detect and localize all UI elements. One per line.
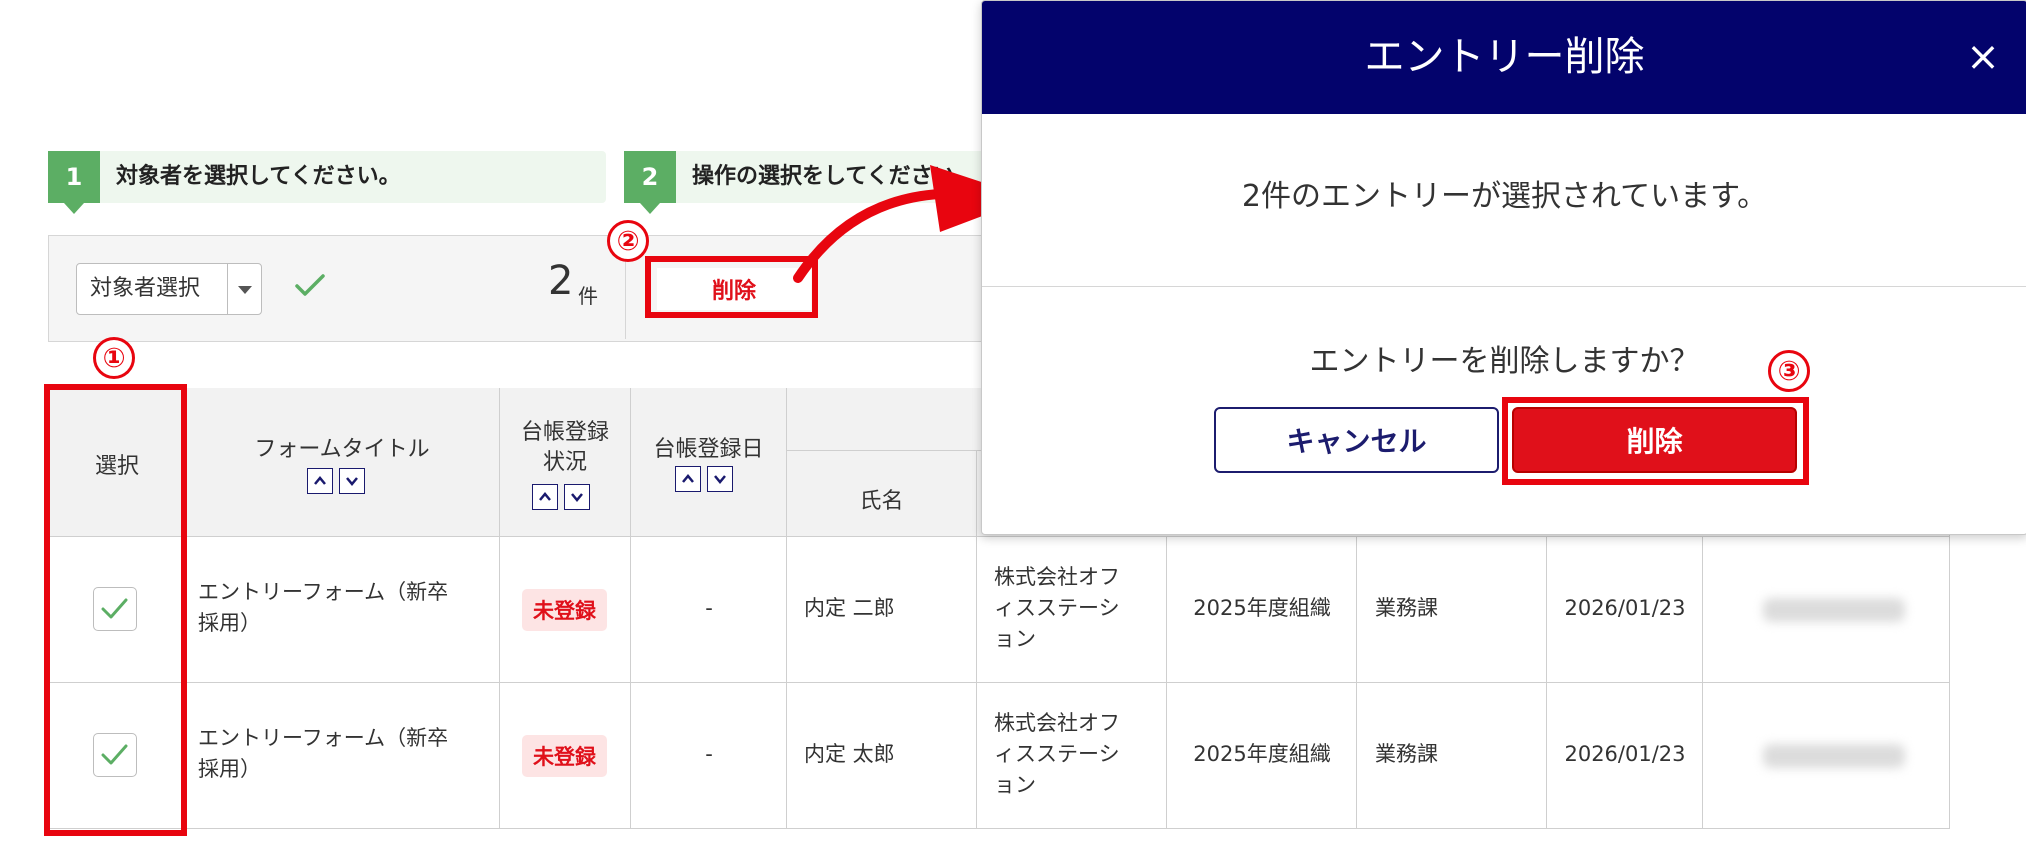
- company-line-3: ョン: [994, 627, 1036, 651]
- reg-date: 2026/01/23: [1564, 596, 1686, 620]
- select-separator: [227, 264, 228, 314]
- step-1-header: 1 対象者を選択してください。: [48, 151, 606, 214]
- org-name: 2025年度組織: [1193, 596, 1331, 620]
- sort-controls: [532, 484, 590, 510]
- status-badge: 未登録: [522, 589, 607, 631]
- close-icon[interactable]: ×: [1963, 37, 2003, 77]
- chevron-up-icon: [539, 492, 551, 501]
- annotation-3: ③: [1768, 350, 1810, 392]
- reg-date-cell: 2026/01/23: [1547, 537, 1703, 683]
- header-ledger-date: 台帳登録日: [631, 388, 787, 537]
- name-cell: 内定 二郎: [787, 537, 977, 683]
- blurred-value: [1763, 744, 1905, 768]
- modal-message: 2件のエントリーが選択されています。: [1241, 179, 1768, 214]
- header-ledger-status: 台帳登録 状況: [500, 388, 631, 537]
- form-title-cell: エントリーフォーム（新卒 採用）: [185, 537, 500, 683]
- sort-controls: [675, 466, 733, 492]
- status-cell: 未登録: [500, 683, 631, 829]
- sort-desc-button[interactable]: [707, 466, 733, 492]
- check-icon: [295, 274, 325, 296]
- company-cell: 株式会社オフ ィスステーシ ョン: [977, 683, 1167, 829]
- header-ledger-date-label: 台帳登録日: [653, 437, 764, 462]
- form-title-line-1: エントリーフォーム（新卒: [198, 726, 449, 750]
- status-cell: 未登録: [500, 537, 631, 683]
- header-name: 氏名: [787, 451, 977, 537]
- form-title-line-2: 採用）: [198, 611, 261, 635]
- chevron-up-icon: [682, 474, 694, 483]
- chevron-down-icon[interactable]: [238, 286, 252, 294]
- highlight-confirm-delete: [1502, 397, 1809, 485]
- status-badge: 未登録: [522, 735, 607, 777]
- step-2-number: 2: [624, 151, 676, 203]
- chevron-down-icon: [346, 477, 358, 486]
- dept-name: 業務課: [1375, 742, 1438, 766]
- header-form-title-label: フォームタイトル: [254, 437, 430, 462]
- blurred-id-cell: [1703, 537, 1950, 683]
- header-ledger-status-label-1: 台帳登録: [520, 420, 609, 445]
- person-name: 内定 二郎: [804, 596, 895, 620]
- sort-desc-button[interactable]: [339, 468, 365, 494]
- company-cell-extra: ョン: [977, 537, 1167, 683]
- selected-count-unit: 件: [578, 284, 598, 308]
- reg-date-cell: 2026/01/23: [1547, 683, 1703, 829]
- highlight-select-column: [44, 384, 187, 836]
- form-title-line-2: 採用）: [198, 757, 261, 781]
- blurred-value: [1763, 598, 1905, 622]
- step-1-pointer: [64, 203, 84, 214]
- sort-desc-button[interactable]: [564, 484, 590, 510]
- org-cell: 2025年度組織: [1167, 537, 1357, 683]
- annotation-1: ①: [93, 337, 135, 379]
- target-select-value: 対象者選択: [90, 276, 201, 301]
- annotation-2: ②: [607, 220, 649, 262]
- header-name-label: 氏名: [859, 489, 904, 514]
- modal-divider: [982, 286, 2026, 287]
- chevron-up-icon: [314, 476, 326, 485]
- person-name: 内定 太郎: [804, 742, 895, 766]
- modal-header: エントリー削除 ×: [982, 1, 2026, 114]
- date-cell: -: [631, 537, 787, 683]
- sort-asc-button[interactable]: [675, 466, 701, 492]
- form-title-cell: エントリーフォーム（新卒 採用）: [185, 683, 500, 829]
- ledger-date: -: [705, 596, 713, 620]
- reg-date: 2026/01/23: [1564, 742, 1686, 766]
- target-select[interactable]: 対象者選択: [76, 263, 262, 315]
- header-form-title: フォームタイトル: [185, 388, 500, 537]
- cancel-button[interactable]: キャンセル: [1214, 407, 1499, 473]
- sort-asc-button[interactable]: [532, 484, 558, 510]
- dept-name: 業務課: [1375, 596, 1438, 620]
- header-ledger-status-label-2: 状況: [542, 450, 587, 475]
- chevron-down-icon: [571, 493, 583, 502]
- modal-title: エントリー削除: [1364, 34, 1645, 80]
- dept-cell: 業務課: [1357, 537, 1547, 683]
- company-line-2: ィスステーシ: [994, 742, 1120, 766]
- org-cell: 2025年度組織: [1167, 683, 1357, 829]
- modal-question: エントリーを削除しますか？: [1309, 344, 1700, 379]
- company-line-3: ョン: [994, 773, 1036, 797]
- sort-asc-button[interactable]: [307, 468, 333, 494]
- ledger-date: -: [705, 742, 713, 766]
- form-title-line-1: エントリーフォーム（新卒: [198, 580, 449, 604]
- org-name: 2025年度組織: [1193, 742, 1331, 766]
- table-row: エントリーフォーム（新卒 採用） 未登録 - 内定 太郎 株式会社オフ ィスステ…: [50, 683, 1950, 829]
- step-1-number: 1: [48, 151, 100, 203]
- step-1-label: 対象者を選択してください。: [116, 164, 401, 189]
- chevron-down-icon: [714, 475, 726, 484]
- table-row: エントリーフォーム（新卒 採用） 未登録 - 内定 二郎 株式会社オフ ィスステ…: [50, 537, 1950, 683]
- company-line-1: 株式会社オフ: [994, 711, 1120, 735]
- step-2-pointer: [640, 203, 660, 214]
- blurred-id-cell: [1703, 683, 1950, 829]
- name-cell: 内定 太郎: [787, 683, 977, 829]
- date-cell: -: [631, 683, 787, 829]
- dept-cell: 業務課: [1357, 683, 1547, 829]
- selected-count: 2: [548, 258, 574, 304]
- sort-controls: [307, 468, 365, 494]
